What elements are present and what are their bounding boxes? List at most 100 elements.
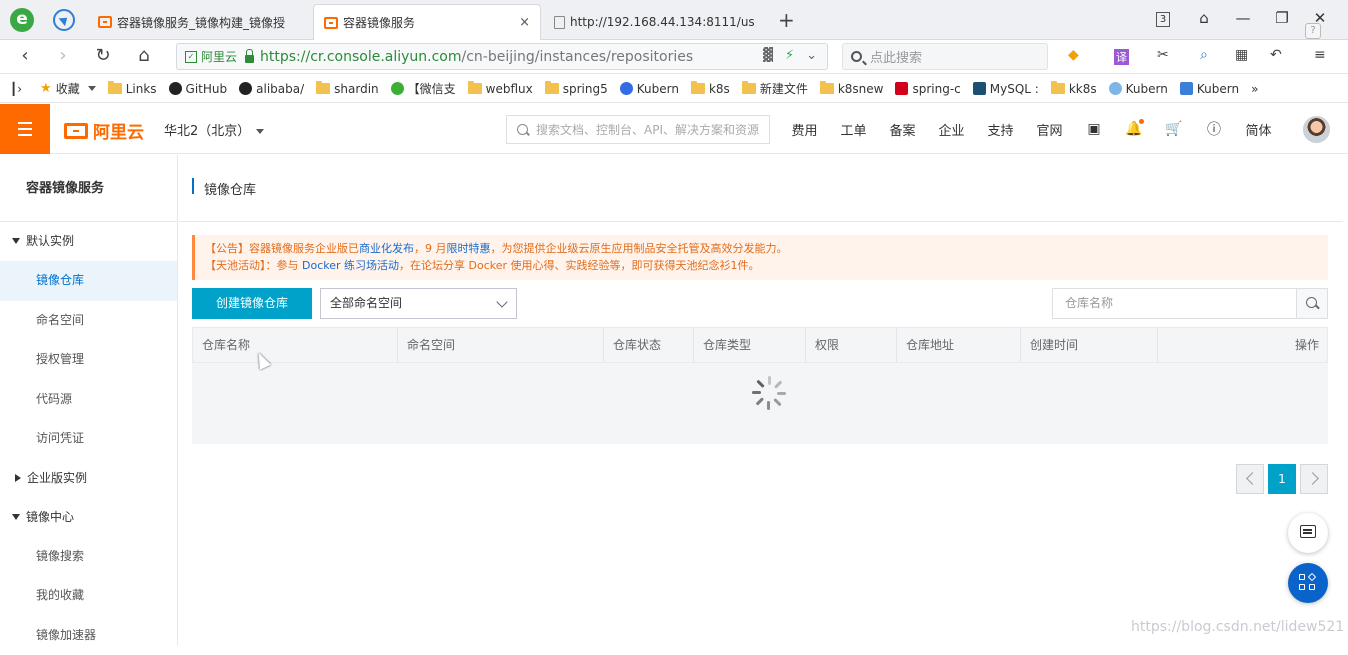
sidebar-item-namespaces[interactable]: 命名空间 — [0, 301, 177, 341]
quick-apps-button[interactable] — [1288, 563, 1328, 603]
cart-icon[interactable]: 🛒 — [1154, 121, 1194, 137]
repository-search-button[interactable] — [1297, 288, 1328, 319]
user-avatar[interactable] — [1303, 116, 1330, 143]
bookmark-k8snew[interactable]: k8snew — [820, 82, 884, 96]
maximize-button[interactable]: ❐ — [1272, 9, 1292, 27]
menu-icon[interactable]: ≡ — [1314, 47, 1326, 63]
new-tab-button[interactable]: + — [778, 8, 795, 32]
certificate-badge[interactable]: ✓ 阿里云 — [185, 48, 243, 65]
aliyun-logo[interactable]: 阿里云 — [64, 118, 144, 143]
repository-name-search-input[interactable]: 仓库名称 — [1052, 288, 1297, 319]
spinner-spoke — [756, 380, 764, 388]
repository-table-header: 仓库名称 命名空间 仓库状态 仓库类型 权限 仓库地址 创建时间 操作 — [192, 327, 1328, 363]
folder-icon — [108, 83, 122, 94]
magnifier-icon[interactable]: ⌕ — [1200, 47, 1208, 63]
header-link-support[interactable]: 支持 — [976, 120, 1025, 139]
sidebar-item-code-source[interactable]: 代码源 — [0, 380, 177, 420]
lock-icon — [245, 55, 254, 63]
url-bar[interactable]: ✓ 阿里云 https:// cr.console.aliyun.com /cn… — [176, 43, 828, 70]
bookmark-favorites[interactable]: ★ 收藏 — [40, 80, 96, 97]
bookmark-label: k8snew — [838, 82, 884, 96]
browser-tab-1[interactable]: 容器镜像服务_镜像构建_镜像授 — [88, 4, 310, 40]
pagination-current-page[interactable]: 1 — [1268, 464, 1296, 494]
sidebar-group-image-center[interactable]: 镜像中心 — [0, 498, 177, 537]
bookmark-shardin[interactable]: shardin — [316, 82, 379, 96]
bookmark-k8s[interactable]: k8s — [691, 82, 730, 96]
notice-link-commercial-release[interactable]: 商业化发布 — [359, 242, 414, 255]
help-icon[interactable]: ⓘ — [1194, 119, 1234, 139]
tab-count-icon[interactable]: 3 — [1156, 12, 1170, 27]
notice-text: ，为您提供企业级云原生应用制品安全托管及高效分发能力。 — [491, 242, 788, 255]
create-repository-button[interactable]: 创建镜像仓库 — [192, 288, 312, 319]
shield-icon[interactable]: ◆ — [1068, 47, 1079, 63]
translate-icon[interactable]: 译 — [1114, 49, 1129, 65]
page-icon — [554, 16, 565, 29]
bell-icon[interactable]: 🔔 — [1114, 121, 1154, 137]
bookmark-webflux[interactable]: webflux — [468, 82, 533, 96]
terminal-icon[interactable]: ▣ — [1074, 121, 1114, 137]
reload-button[interactable]: ↻ — [92, 45, 114, 66]
undo-icon[interactable]: ↶ — [1270, 47, 1282, 63]
sidebar-toggle-icon[interactable]: ┃› — [10, 82, 22, 96]
notice-link-docker-activity[interactable]: Docker 练习场活动 — [302, 259, 399, 272]
bookmark-alibaba[interactable]: alibaba/ — [239, 82, 304, 96]
namespace-select[interactable]: 全部命名空间 — [320, 288, 517, 319]
qr-code-icon[interactable]: ▓ — [763, 48, 773, 63]
sidebar-item-image-search[interactable]: 镜像搜索 — [0, 537, 177, 577]
feedback-chat-button[interactable] — [1288, 513, 1328, 553]
hamburger-menu-button[interactable] — [0, 104, 50, 154]
header-link-ticket[interactable]: 工单 — [829, 120, 878, 139]
header-link-icp[interactable]: 备案 — [878, 120, 927, 139]
sidebar-group-enterprise-instance[interactable]: 企业版实例 — [0, 459, 177, 498]
forward-button[interactable]: › — [52, 45, 74, 66]
repository-search-placeholder: 仓库名称 — [1065, 296, 1113, 310]
header-link-enterprise[interactable]: 企业 — [927, 120, 976, 139]
bookmark-kubernetes[interactable]: Kubern — [620, 82, 679, 96]
apps-grid-icon[interactable]: ▦ — [1235, 47, 1248, 63]
bookmark-spring5[interactable]: spring5 — [545, 82, 608, 96]
bookmark-kubernetes-cloud[interactable]: Kubern — [1109, 82, 1168, 96]
sidebar-item-repositories[interactable]: 镜像仓库 — [0, 261, 177, 301]
home-button[interactable]: ⌂ — [133, 45, 155, 66]
apps-icon — [1308, 573, 1316, 581]
console-search-input[interactable]: 搜索文档、控制台、API、解决方案和资源 — [506, 115, 770, 144]
bookmark-label: Kubern — [1197, 82, 1239, 96]
bookmark-wechat[interactable]: 【微信支 — [391, 80, 456, 97]
left-sidebar: 容器镜像服务 默认实例 镜像仓库 命名空间 授权管理 代码源 访问凭证 企业版实… — [0, 155, 178, 646]
url-path: /cn-beijing/instances/repositories — [462, 49, 694, 65]
sidebar-group-default-instance[interactable]: 默认实例 — [0, 222, 177, 261]
help-question-icon[interactable]: ? — [1305, 23, 1321, 39]
language-switch[interactable]: 简体 — [1234, 120, 1283, 139]
bookmark-kk8s[interactable]: kk8s — [1051, 82, 1097, 96]
browser-search-input[interactable]: 点此搜索 — [842, 43, 1048, 70]
lightning-icon[interactable]: ⚡ — [785, 48, 794, 63]
bookmark-new-folder[interactable]: 新建文件 — [742, 80, 808, 97]
sidebar-item-access-credential[interactable]: 访问凭证 — [0, 419, 177, 459]
browser-tab-2[interactable]: 容器镜像服务 × — [313, 4, 541, 40]
browser-logo-icon[interactable]: e — [10, 8, 34, 32]
notice-link-limited-offer[interactable]: 限时特惠 — [447, 242, 491, 255]
bookmark-links[interactable]: Links — [108, 82, 157, 96]
header-link-billing[interactable]: 费用 — [780, 120, 829, 139]
region-selector[interactable]: 华北2（北京） — [164, 120, 264, 139]
github-icon — [169, 82, 182, 95]
bookmark-spring-c[interactable]: spring-c — [895, 82, 960, 96]
sidebar-item-my-favorites[interactable]: 我的收藏 — [0, 576, 177, 616]
sidebar-item-authorization[interactable]: 授权管理 — [0, 340, 177, 380]
skin-icon[interactable]: ⌂ — [1194, 9, 1214, 27]
pagination-next-button[interactable] — [1300, 464, 1328, 494]
navigation-icon[interactable] — [53, 9, 75, 31]
header-link-official-site[interactable]: 官网 — [1025, 120, 1074, 139]
chevron-down-icon[interactable]: ⌄ — [806, 48, 817, 63]
sidebar-item-image-accelerator[interactable]: 镜像加速器 — [0, 616, 177, 655]
pagination-prev-button[interactable] — [1236, 464, 1264, 494]
bookmark-mysql[interactable]: MySQL : — [973, 82, 1039, 96]
back-button[interactable]: ‹ — [14, 45, 36, 66]
browser-tab-3[interactable]: http://192.168.44.134:8111/us — [544, 4, 768, 40]
minimize-button[interactable]: — — [1233, 9, 1253, 27]
tab-close-icon[interactable]: × — [519, 15, 530, 30]
bookmark-github[interactable]: GitHub — [169, 82, 228, 96]
bookmark-kubernetes-docs[interactable]: Kubern — [1180, 82, 1239, 96]
scissors-icon[interactable]: ✂ — [1157, 47, 1169, 63]
bookmarks-more-button[interactable]: » — [1251, 82, 1258, 96]
